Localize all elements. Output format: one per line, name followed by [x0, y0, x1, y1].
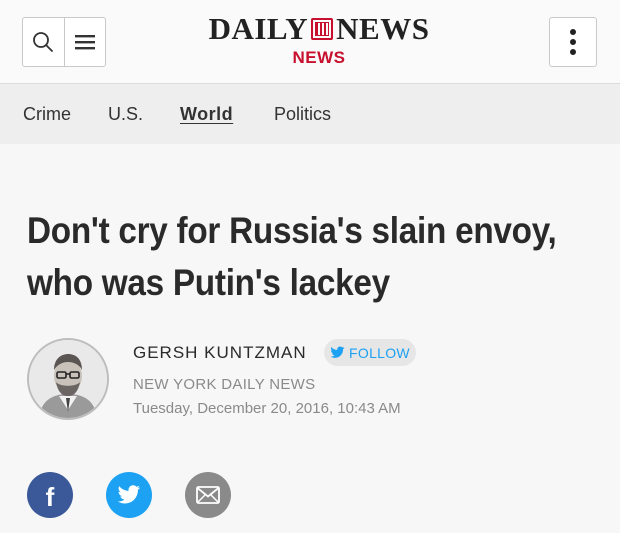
- author-avatar[interactable]: [27, 338, 109, 420]
- share-twitter-button[interactable]: [106, 472, 152, 518]
- twitter-icon: [117, 485, 141, 504]
- menu-button[interactable]: [63, 18, 105, 66]
- logo-emblem-icon: [311, 18, 334, 40]
- daily-news-logo[interactable]: DAILY NEWS NEWS: [190, 12, 448, 70]
- more-vertical-icon: [570, 29, 576, 35]
- nav-item-us[interactable]: U.S.: [108, 103, 143, 125]
- search-icon: [33, 32, 54, 52]
- facebook-icon: f: [45, 481, 55, 512]
- nav-item-politics[interactable]: Politics: [274, 103, 331, 125]
- nav-item-crime[interactable]: Crime: [23, 103, 71, 125]
- section-nav: Crime U.S. World Politics: [0, 84, 620, 144]
- search-button[interactable]: [23, 18, 64, 66]
- publish-timestamp: Tuesday, December 20, 2016, 10:43 AM: [133, 400, 401, 417]
- logo-section-label: NEWS: [292, 48, 346, 67]
- hamburger-menu-icon: [74, 35, 95, 50]
- headline-line-2: who was Putin's lackey: [27, 262, 390, 303]
- share-facebook-button[interactable]: f: [27, 472, 73, 518]
- more-options-button[interactable]: [549, 17, 597, 67]
- logo-text-daily: DAILY: [208, 11, 309, 46]
- share-email-button[interactable]: [185, 472, 231, 518]
- publication-name: NEW YORK DAILY NEWS: [133, 376, 316, 393]
- nav-item-world[interactable]: World: [180, 103, 233, 125]
- logo-wordmark: DAILY NEWS: [190, 12, 448, 46]
- author-portrait-icon: [29, 340, 107, 418]
- article-headline: Don't cry for Russia's slain envoy, who …: [27, 205, 603, 309]
- author-name[interactable]: GERSH KUNTZMAN: [133, 343, 307, 363]
- email-icon: [196, 486, 220, 504]
- headline-line-1: Don't cry for Russia's slain envoy,: [27, 210, 557, 251]
- follow-button[interactable]: FOLLOW: [324, 339, 416, 366]
- twitter-bird-icon: [330, 346, 345, 358]
- site-header: DAILY NEWS NEWS: [0, 0, 620, 84]
- logo-text-news: NEWS: [336, 11, 430, 46]
- header-menu-group: [22, 17, 106, 67]
- follow-label: FOLLOW: [349, 344, 410, 361]
